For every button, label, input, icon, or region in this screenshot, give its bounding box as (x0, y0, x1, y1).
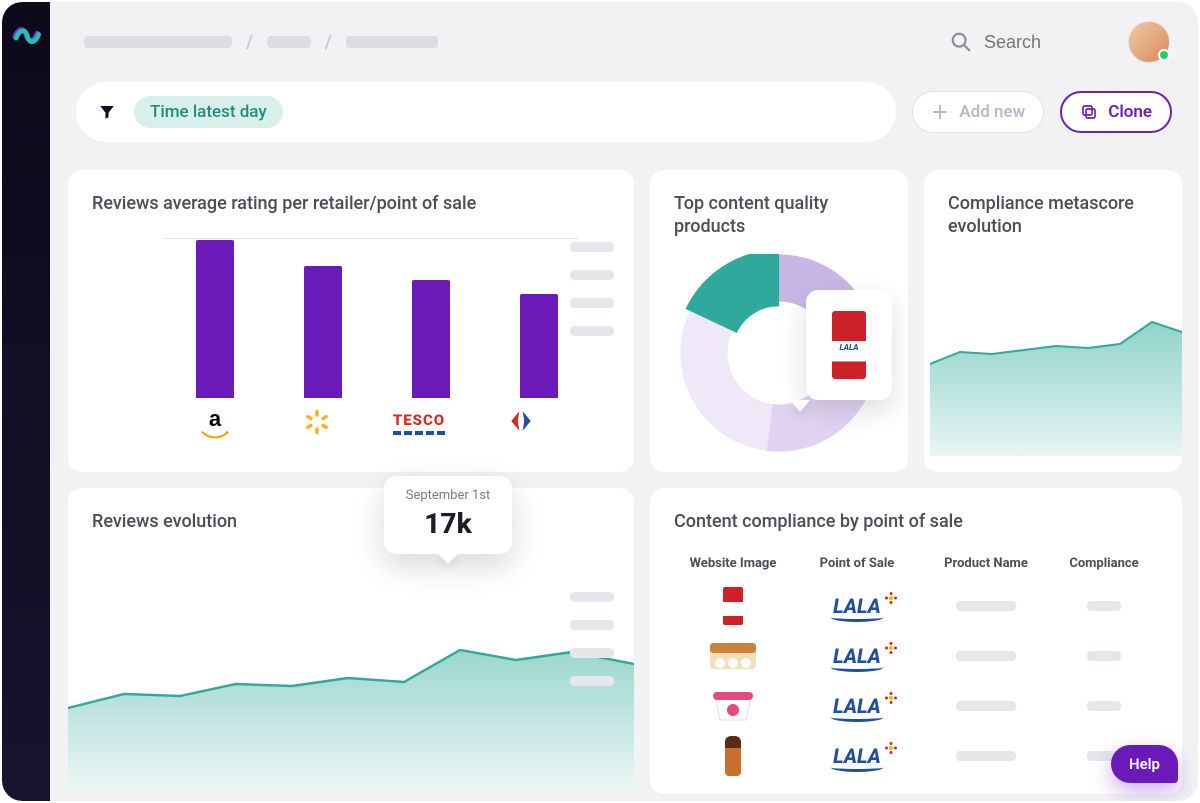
search-input[interactable] (984, 32, 1094, 53)
breadcrumb-frag (84, 36, 232, 48)
cell-website-image (672, 684, 794, 728)
cell-product-name (920, 601, 1052, 611)
add-new-label: Add new (959, 102, 1025, 122)
breadcrumb-sep: / (325, 32, 332, 53)
clone-button[interactable]: Clone (1060, 91, 1172, 133)
breadcrumb-sep: / (246, 32, 253, 53)
card-content-compliance-table: Content compliance by point of sale Webs… (650, 488, 1182, 794)
cell-compliance (1052, 601, 1156, 611)
bar-chart (164, 238, 574, 398)
tooltip-date: September 1st (394, 488, 502, 503)
topbar: / / (50, 2, 1198, 82)
cell-product-name (920, 651, 1052, 661)
product-thumb: LALA (832, 311, 866, 379)
search-icon (950, 31, 972, 53)
breadcrumb-frag (346, 36, 438, 48)
flower-icon (885, 642, 897, 654)
cell-product-name (920, 701, 1052, 711)
card-reviews-avg-rating: Reviews average rating per retailer/poin… (68, 170, 634, 472)
flower-icon (885, 742, 897, 754)
copy-icon (1080, 103, 1098, 121)
filter-icon[interactable] (98, 103, 116, 121)
table-row[interactable]: LALA (672, 681, 1162, 731)
user-avatar[interactable] (1128, 21, 1170, 63)
add-new-button[interactable]: Add new (912, 91, 1044, 133)
app-logo-icon (11, 18, 41, 48)
filter-bar: Time latest day (76, 82, 896, 142)
cell-point-of-sale: LALA (794, 694, 920, 718)
cell-product-name (920, 751, 1052, 761)
walmart-spark-icon (303, 408, 331, 436)
highlight-product-popover: LALA (806, 290, 892, 400)
card-title: Top content quality products (674, 192, 884, 239)
table-row[interactable]: LALA (672, 581, 1162, 631)
table-row[interactable]: LALA (672, 631, 1162, 681)
flower-icon (885, 692, 897, 704)
table-row[interactable]: LALA (672, 731, 1162, 781)
breadcrumb: / / (84, 32, 438, 53)
amazon-smile-icon (201, 430, 229, 440)
sidebar (2, 2, 50, 801)
cell-compliance (1052, 701, 1156, 711)
cell-website-image (672, 584, 794, 628)
product-cup-icon (711, 688, 755, 724)
bar-label-tesco: TESCO (368, 406, 470, 436)
card-reviews-evolution: Reviews evolution September 1st 17k (68, 488, 634, 794)
col-compliance: Compliance (1052, 556, 1156, 571)
bar-carrefour (520, 294, 558, 398)
help-button[interactable]: Help (1111, 745, 1178, 783)
tooltip-value: 17k (394, 507, 502, 540)
card-title: Content compliance by point of sale (674, 510, 1158, 533)
area-chart (68, 558, 634, 794)
online-status-dot (1158, 49, 1170, 61)
cell-compliance (1052, 651, 1156, 661)
product-multipack-icon (708, 639, 758, 673)
clone-label: Clone (1108, 102, 1152, 122)
cell-website-image (672, 734, 794, 778)
filter-chip-time[interactable]: Time latest day (134, 96, 283, 128)
col-product-name: Product Name (920, 556, 1052, 571)
cell-point-of-sale: LALA (794, 644, 920, 668)
breadcrumb-frag (267, 36, 311, 48)
carrefour-logo-icon (508, 408, 534, 434)
cell-point-of-sale: LALA (794, 594, 920, 618)
bar-walmart (304, 266, 342, 398)
card-compliance-metascore: Compliance metascore evolution (924, 170, 1182, 472)
cell-point-of-sale: LALA (794, 744, 920, 768)
area-chart (930, 246, 1182, 456)
bar-amazon (196, 240, 234, 398)
bar-label-carrefour (470, 406, 572, 436)
search[interactable] (950, 31, 1094, 53)
bar-label-walmart (266, 406, 368, 436)
flower-icon (885, 592, 897, 604)
col-point-of-sale: Point of Sale (794, 556, 920, 571)
bar-label-amazon: a (164, 406, 266, 436)
card-top-content-quality: Top content quality products LALA (650, 170, 908, 472)
reviews-legend (570, 592, 614, 686)
card-title: Compliance metascore evolution (948, 192, 1158, 239)
bar-legend (570, 242, 614, 336)
cell-website-image (672, 634, 794, 678)
table-header: Website Image Point of Sale Product Name… (672, 550, 1162, 581)
card-title: Reviews average rating per retailer/poin… (92, 192, 610, 215)
plus-icon (931, 103, 949, 121)
chart-tooltip: September 1st 17k (384, 476, 512, 554)
col-website-image: Website Image (672, 556, 794, 571)
bar-tesco (412, 280, 450, 398)
card-title: Reviews evolution (92, 510, 610, 533)
